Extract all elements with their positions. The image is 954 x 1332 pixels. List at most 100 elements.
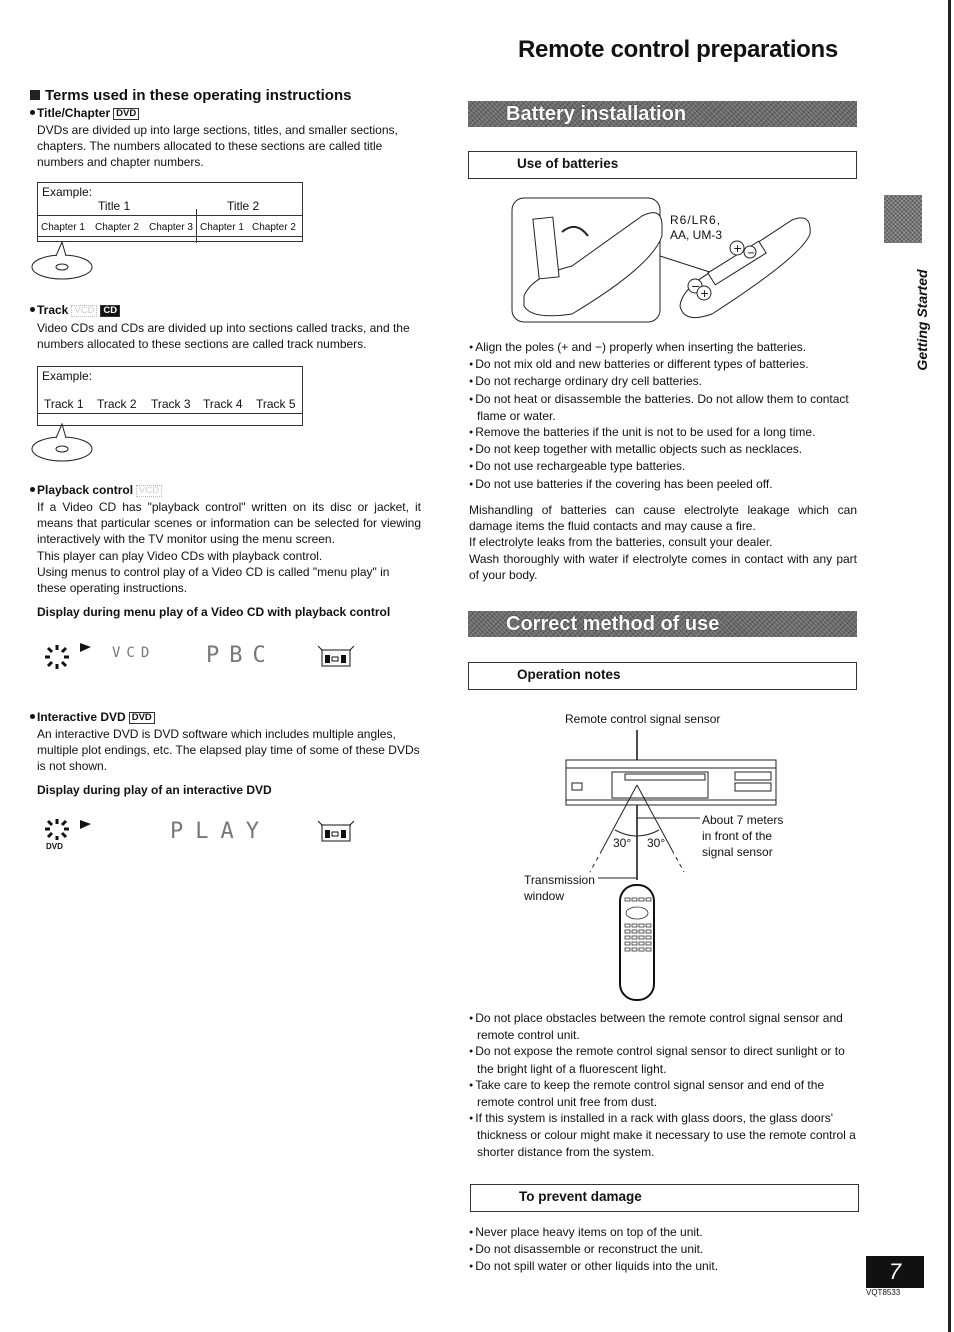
example-label: Example: bbox=[42, 369, 93, 383]
list-item: If this system is installed in a rack wi… bbox=[469, 1110, 861, 1160]
display-text-vcd: VCD bbox=[112, 645, 156, 661]
display-text-pbc: PBC bbox=[206, 643, 276, 668]
dvd-badge: DVD bbox=[128, 712, 155, 724]
list-item: Do not place obstacles between the remot… bbox=[469, 1010, 861, 1043]
paragraph: If electrolyte leaks from the batteries,… bbox=[469, 535, 773, 550]
disc-icon bbox=[31, 422, 93, 462]
svg-text:+: + bbox=[733, 242, 742, 255]
list-item: Do not use rechargeable type batteries. bbox=[469, 458, 861, 475]
margin-rule bbox=[948, 0, 951, 1332]
bullet-icon bbox=[30, 110, 35, 115]
term-label: Playback control bbox=[37, 483, 134, 497]
list-item: Take care to keep the remote control sig… bbox=[469, 1077, 861, 1110]
title-chapter-description: DVDs are divided up into large sections,… bbox=[37, 123, 398, 170]
list-item: Do not recharge ordinary dry cell batter… bbox=[469, 373, 861, 390]
section-heading-terms: Terms used in these operating instructio… bbox=[30, 87, 351, 104]
banner-correct-method: Correct method of use bbox=[468, 611, 857, 637]
section-heading-text: Terms used in these operating instructio… bbox=[45, 87, 352, 104]
side-section-label: Getting Started bbox=[914, 269, 930, 371]
track-label: Track 2 bbox=[97, 397, 137, 411]
window-label-line: Transmission bbox=[524, 873, 595, 887]
paragraph: Mishandling of batteries can cause elect… bbox=[469, 503, 857, 534]
track-description: Video CDs and CDs are divided up into se… bbox=[37, 321, 410, 352]
list-item: Do not disassemble or reconstruct the un… bbox=[469, 1241, 861, 1258]
disc-spin-icon bbox=[45, 819, 69, 840]
list-item: Do not use batteries if the covering has… bbox=[469, 476, 861, 493]
track-example-box: Example: Track 1 Track 2 Track 3 Track 4… bbox=[37, 366, 303, 426]
banner-battery-installation: Battery installation bbox=[468, 101, 857, 127]
distance-label: About 7 meters in front of the signal se… bbox=[702, 812, 783, 860]
bullet-icon bbox=[30, 487, 35, 492]
list-item: Do not mix old and new batteries or diff… bbox=[469, 356, 861, 373]
term-label: Title/Chapter bbox=[37, 106, 111, 120]
distance-line: About 7 meters bbox=[702, 813, 784, 827]
vcd-badge: VCD bbox=[71, 305, 98, 317]
chapter-label: Chapter 1 bbox=[200, 222, 244, 233]
track-label: Track 1 bbox=[44, 397, 84, 411]
document-code: VQT8533 bbox=[866, 1288, 901, 1297]
svg-text:+: + bbox=[700, 287, 709, 300]
battery-type-label: R6/LR6, AA, UM-3 bbox=[670, 213, 722, 243]
list-item: Do not expose the remote control signal … bbox=[469, 1043, 861, 1076]
bullet-icon bbox=[30, 307, 35, 312]
title-chapter-example-box: Example: Title 1 Title 2 Chapter 1 Chapt… bbox=[37, 182, 303, 243]
battery-type-line: R6/LR6, bbox=[670, 213, 722, 227]
track-label: Track 4 bbox=[203, 397, 243, 411]
distance-line: in front of the bbox=[702, 829, 773, 843]
heading-operation-notes: Operation notes bbox=[468, 662, 857, 690]
page-number: 7 bbox=[866, 1256, 924, 1288]
disc-icon bbox=[31, 240, 93, 280]
title-label: Title 1 bbox=[98, 199, 131, 213]
interactive-dvd-description: An interactive DVD is DVD software which… bbox=[37, 727, 420, 774]
tv-monitor-icon bbox=[317, 645, 355, 667]
chapter-label: Chapter 1 bbox=[41, 222, 85, 233]
page-title: Remote control preparations bbox=[518, 36, 838, 63]
play-icon bbox=[80, 820, 91, 829]
list-item: Do not spill water or other liquids into… bbox=[469, 1258, 861, 1275]
paragraph: Wash thoroughly with water if electrolyt… bbox=[469, 551, 857, 582]
example-label: Example: bbox=[42, 185, 93, 199]
angle-right-label: 30° bbox=[647, 836, 666, 850]
section-tab-marker bbox=[884, 195, 922, 243]
battery-precautions-list: Align the poles (+ and −) properly when … bbox=[469, 339, 861, 493]
display-heading-dvd: Display during play of an interactive DV… bbox=[37, 783, 272, 797]
sensor-label: Remote control signal sensor bbox=[565, 712, 721, 726]
heading-prevent-damage: To prevent damage bbox=[470, 1184, 859, 1212]
dvd-badge: DVD bbox=[113, 108, 140, 120]
operation-notes-list: Do not place obstacles between the remot… bbox=[469, 1010, 861, 1160]
term-playback-control: Playback control VCD bbox=[30, 483, 163, 497]
display-heading-vcd: Display during menu play of a Video CD w… bbox=[37, 605, 391, 619]
term-title-chapter: Title/Chapter DVD bbox=[30, 106, 140, 120]
battery-warning: Mishandling of batteries can cause elect… bbox=[469, 502, 857, 583]
svg-text:−: − bbox=[747, 248, 755, 259]
transmission-window-label: Transmission window bbox=[524, 872, 595, 904]
paragraph: This player can play Video CDs with play… bbox=[37, 548, 323, 563]
square-bullet-icon bbox=[30, 90, 40, 100]
dvd-disc-label: DVD bbox=[46, 842, 63, 851]
track-label: Track 5 bbox=[256, 397, 296, 411]
term-track: Track VCD CD bbox=[30, 303, 121, 317]
battery-type-line: AA, UM-3 bbox=[670, 228, 723, 242]
term-label: Interactive DVD bbox=[37, 710, 126, 724]
list-item: Do not keep together with metallic objec… bbox=[469, 441, 861, 458]
paragraph: If a Video CD has "playback control" wri… bbox=[37, 500, 421, 547]
angle-left-label: 30° bbox=[613, 836, 632, 850]
heading-use-of-batteries: Use of batteries bbox=[468, 151, 857, 179]
chapter-label: Chapter 2 bbox=[252, 222, 296, 233]
bullet-icon bbox=[30, 714, 35, 719]
tv-monitor-icon bbox=[317, 820, 355, 842]
title-label: Title 2 bbox=[227, 199, 260, 213]
list-item: Remove the batteries if the unit is not … bbox=[469, 424, 861, 441]
disc-spin-icon bbox=[45, 645, 69, 669]
window-label-line: window bbox=[524, 889, 565, 903]
remote-sensor-diagram bbox=[565, 730, 777, 1001]
playback-control-description: If a Video CD has "playback control" wri… bbox=[37, 499, 421, 596]
track-label: Track 3 bbox=[151, 397, 191, 411]
distance-line: signal sensor bbox=[702, 845, 773, 859]
prevent-damage-list: Never place heavy items on top of the un… bbox=[469, 1224, 861, 1276]
cd-badge: CD bbox=[100, 305, 121, 317]
list-item: Never place heavy items on top of the un… bbox=[469, 1224, 861, 1241]
term-label: Track bbox=[37, 303, 69, 317]
term-interactive-dvd: Interactive DVD DVD bbox=[30, 710, 155, 724]
battery-installation-illustration: + − − + bbox=[511, 197, 811, 323]
